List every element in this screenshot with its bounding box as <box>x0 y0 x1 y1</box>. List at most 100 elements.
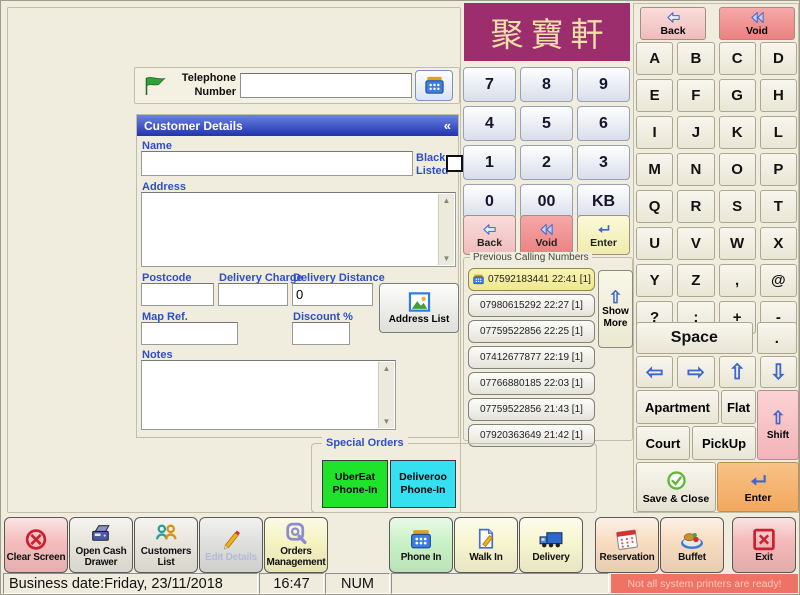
key-h[interactable]: H <box>760 79 797 112</box>
shift-key[interactable]: ⇧ Shift <box>757 390 799 460</box>
numpad-key-7[interactable]: 7 <box>463 67 516 102</box>
key-flat[interactable]: Flat <box>721 390 756 424</box>
key-r[interactable]: R <box>677 190 714 223</box>
flag-icon <box>141 74 168 98</box>
address-list-button[interactable]: Address List <box>379 283 459 333</box>
keyboard-enter-button[interactable]: Enter <box>717 462 799 512</box>
key-m[interactable]: M <box>636 153 673 186</box>
telephone-number-input[interactable] <box>240 73 412 98</box>
deliveroo-phone-in-button[interactable]: Deliveroo Phone-In <box>390 460 456 508</box>
arrow-down-key[interactable]: ⇩ <box>760 356 797 388</box>
walk-in-button[interactable]: Walk In <box>454 517 518 573</box>
show-more-button[interactable]: ⇧ Show More <box>598 270 633 348</box>
address-textarea[interactable]: ▲▼ <box>141 192 456 267</box>
key-c[interactable]: C <box>719 42 756 75</box>
numpad-void-button[interactable]: Void <box>520 215 573 255</box>
delivery-charge-input[interactable] <box>218 283 288 306</box>
arrow-up-key[interactable]: ⇧ <box>719 356 756 388</box>
key-j[interactable]: J <box>677 116 714 149</box>
key-b[interactable]: B <box>677 42 714 75</box>
previous-call-item[interactable]: 07592183441 22:41 [1] <box>468 268 595 291</box>
key-court[interactable]: Court <box>636 426 690 460</box>
name-input[interactable] <box>141 151 413 176</box>
key-comma[interactable]: , <box>719 264 756 297</box>
key-v[interactable]: V <box>677 227 714 260</box>
numpad-back-button[interactable]: Back <box>463 215 516 255</box>
delivery-distance-input[interactable] <box>292 283 373 306</box>
exit-icon <box>751 527 777 552</box>
key-e[interactable]: E <box>636 79 673 112</box>
key-pickup[interactable]: PickUp <box>692 426 756 460</box>
clear-screen-button[interactable]: Clear Screen <box>4 517 68 573</box>
address-list-label: Address List <box>389 314 450 325</box>
notes-scrollbar[interactable]: ▲▼ <box>378 362 394 428</box>
key-at[interactable]: @ <box>760 264 797 297</box>
notes-textarea[interactable]: ▲▼ <box>141 360 396 430</box>
numpad-key-3[interactable]: 3 <box>577 145 630 180</box>
key-a[interactable]: A <box>636 42 673 75</box>
numpad-key-kb[interactable]: KB <box>577 184 630 219</box>
exit-button[interactable]: Exit <box>732 517 796 573</box>
keyboard-back-button[interactable]: Back <box>640 7 706 40</box>
key-o[interactable]: O <box>719 153 756 186</box>
key-x[interactable]: X <box>760 227 797 260</box>
phone-in-button[interactable]: Phone In <box>389 517 453 573</box>
ubereat-phone-in-button[interactable]: UberEat Phone-In <box>322 460 388 508</box>
key-s[interactable]: S <box>719 190 756 223</box>
numpad-key-9[interactable]: 9 <box>577 67 630 102</box>
black-listed-checkbox[interactable] <box>446 155 463 172</box>
edit-details-button: Edit Details <box>199 517 263 573</box>
telephone-keypad-button[interactable] <box>415 70 453 101</box>
numpad-key-4[interactable]: 4 <box>463 106 516 141</box>
postcode-input[interactable] <box>141 283 214 306</box>
arrow-left-key[interactable]: ⇦ <box>636 356 673 388</box>
key-i[interactable]: I <box>636 116 673 149</box>
keyboard-void-button[interactable]: Void <box>719 7 795 40</box>
numpad-key-1[interactable]: 1 <box>463 145 516 180</box>
numpad-key-0[interactable]: 0 <box>463 184 516 219</box>
previous-call-item[interactable]: 07766880185 22:03 [1] <box>468 372 595 395</box>
key-k[interactable]: K <box>719 116 756 149</box>
previous-call-item[interactable]: 07759522856 22:25 [1] <box>468 320 595 343</box>
buffet-button[interactable]: Buffet <box>660 517 724 573</box>
open-cash-drawer-button[interactable]: Open Cash Drawer <box>69 517 133 573</box>
key-n[interactable]: N <box>677 153 714 186</box>
key-q[interactable]: Q <box>636 190 673 223</box>
key-p[interactable]: P <box>760 153 797 186</box>
key-t[interactable]: T <box>760 190 797 223</box>
key-g[interactable]: G <box>719 79 756 112</box>
key-f[interactable]: F <box>677 79 714 112</box>
numpad-key-6[interactable]: 6 <box>577 106 630 141</box>
key-space[interactable]: Space <box>636 322 753 354</box>
black-listed-label: Black Listed <box>416 152 446 177</box>
reservation-button[interactable]: Reservation <box>595 517 659 573</box>
check-circle-icon <box>666 470 687 491</box>
key-y[interactable]: Y <box>636 264 673 297</box>
previous-call-item[interactable]: 07759522856 21:43 [1] <box>468 398 595 421</box>
previous-call-item[interactable]: 07412677877 22:19 [1] <box>468 346 595 369</box>
numpad-key-2[interactable]: 2 <box>520 145 573 180</box>
orders-management-button[interactable]: Orders Management <box>264 517 328 573</box>
previous-call-item[interactable]: 07980615292 22:27 [1] <box>468 294 595 317</box>
address-scrollbar[interactable]: ▲▼ <box>438 194 454 265</box>
key-z[interactable]: Z <box>677 264 714 297</box>
numpad-enter-button[interactable]: Enter <box>577 215 630 255</box>
key-l[interactable]: L <box>760 116 797 149</box>
key-w[interactable]: W <box>719 227 756 260</box>
key-period[interactable]: . <box>757 322 797 354</box>
numpad-key-8[interactable]: 8 <box>520 67 573 102</box>
collapse-chevron-icon[interactable]: « <box>444 118 451 133</box>
arrow-right-key[interactable]: ⇨ <box>677 356 714 388</box>
delivery-button[interactable]: Delivery <box>519 517 583 573</box>
key-apartment[interactable]: Apartment <box>636 390 719 424</box>
save-close-button[interactable]: Save & Close <box>636 462 716 512</box>
customers-list-button[interactable]: Customers List <box>134 517 198 573</box>
key-d[interactable]: D <box>760 42 797 75</box>
status-spacer <box>391 573 609 594</box>
numpad-key-5[interactable]: 5 <box>520 106 573 141</box>
numpad-key-double-zero[interactable]: 00 <box>520 184 573 219</box>
discount-input[interactable] <box>292 322 350 345</box>
toolbar-group: Clear ScreenOpen Cash DrawerCustomers Li… <box>4 517 328 573</box>
key-u[interactable]: U <box>636 227 673 260</box>
map-ref-input[interactable] <box>141 322 238 345</box>
